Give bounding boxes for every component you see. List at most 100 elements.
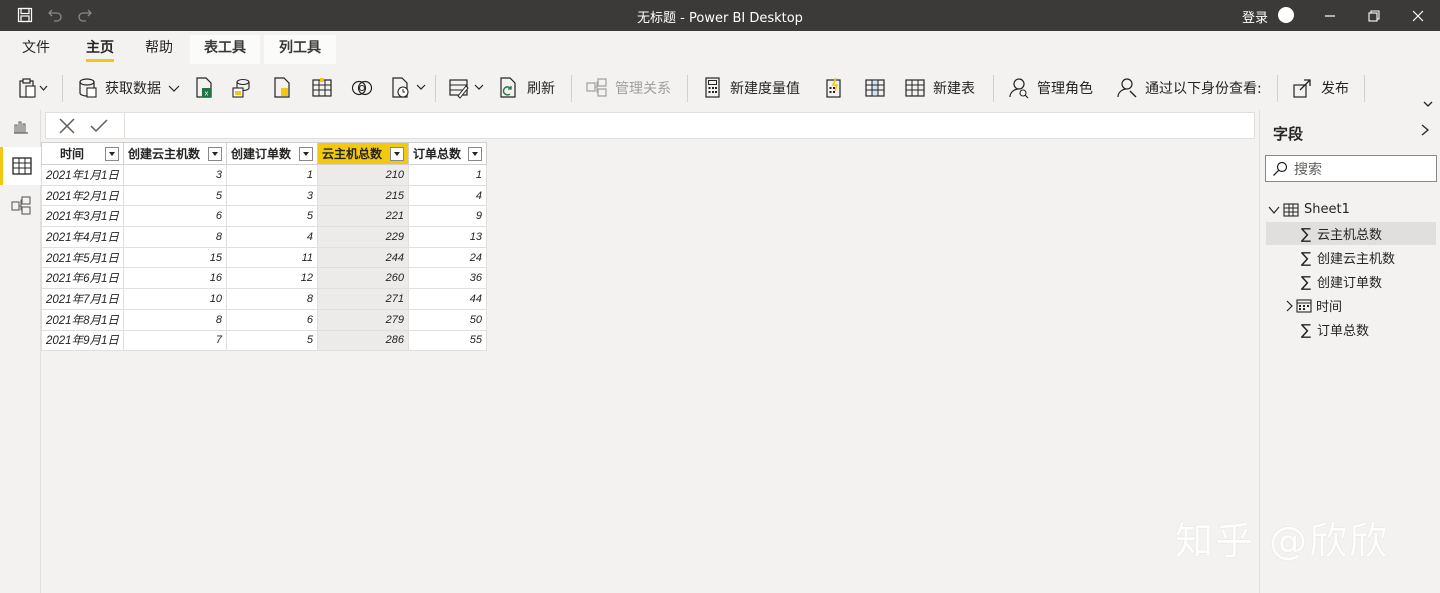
table-icon <box>1283 202 1299 217</box>
table-cell[interactable]: 15 <box>123 246 227 269</box>
column-header-total-orders[interactable]: 订单总数 <box>408 142 487 165</box>
table-cell[interactable]: 286 <box>317 329 409 352</box>
filter-dropdown-icon[interactable] <box>105 146 119 161</box>
table-cell[interactable]: 44 <box>408 288 487 310</box>
transform-data-button[interactable] <box>448 74 486 102</box>
table-cell[interactable]: 13 <box>408 226 487 248</box>
search-input[interactable]: 搜索 <box>1265 155 1437 182</box>
new-column-button[interactable] <box>864 74 886 102</box>
manage-relationships-button[interactable]: 管理关系 <box>586 74 671 102</box>
table-cell[interactable]: 11 <box>226 246 318 269</box>
tab-home[interactable]: 主页 <box>78 35 122 64</box>
data-view-button[interactable] <box>0 147 41 185</box>
paste-button[interactable] <box>18 74 48 102</box>
field-item[interactable]: ∑ 创建订单数 <box>1266 270 1436 293</box>
field-item[interactable]: ∑ 订单总数 <box>1266 318 1436 341</box>
table-cell[interactable]: 8 <box>123 226 227 248</box>
filter-dropdown-icon[interactable] <box>468 146 482 161</box>
excel-button[interactable]: x <box>194 74 214 102</box>
table-cell[interactable]: 1 <box>408 164 487 186</box>
commit-icon[interactable] <box>84 113 114 138</box>
column-header-total-hosts[interactable]: 云主机总数 <box>317 142 409 165</box>
field-item-date[interactable]: 时间 <box>1266 294 1436 317</box>
table-cell[interactable]: 2021年4月1日 <box>41 226 124 248</box>
refresh-button[interactable]: 刷新 <box>498 74 555 102</box>
tab-column-tools[interactable]: 列工具 <box>264 35 336 64</box>
enter-data-button[interactable] <box>311 74 333 102</box>
table-cell[interactable]: 3 <box>226 184 318 207</box>
recent-sources-dropdown[interactable] <box>390 74 428 102</box>
filter-dropdown-icon[interactable] <box>299 146 313 161</box>
login-link[interactable]: 登录 <box>1242 7 1268 26</box>
new-table-button[interactable]: 新建表 <box>904 74 975 102</box>
table-cell[interactable]: 36 <box>408 267 487 290</box>
recent-sources-button[interactable] <box>350 74 374 102</box>
table-cell[interactable]: 12 <box>226 267 318 290</box>
separator <box>993 75 994 102</box>
table-cell[interactable]: 2021年7月1日 <box>41 288 124 310</box>
filter-dropdown-icon[interactable] <box>390 146 404 161</box>
avatar[interactable] <box>1278 7 1294 23</box>
table-cell[interactable]: 2021年5月1日 <box>41 246 124 269</box>
table-cell[interactable]: 2021年8月1日 <box>41 308 124 331</box>
table-cell[interactable]: 6 <box>226 308 318 331</box>
column-header-created-hosts[interactable]: 创建云主机数 <box>123 142 227 165</box>
table-cell[interactable]: 4 <box>226 226 318 248</box>
tab-help[interactable]: 帮助 <box>137 35 181 64</box>
tab-table-tools[interactable]: 表工具 <box>190 35 260 64</box>
tab-file[interactable]: 文件 <box>14 35 58 64</box>
table-cell[interactable]: 244 <box>317 246 409 269</box>
report-view-button[interactable] <box>0 108 41 146</box>
table-cell[interactable]: 16 <box>123 267 227 290</box>
table-cell[interactable]: 50 <box>408 308 487 331</box>
table-cell[interactable]: 4 <box>408 184 487 207</box>
manage-roles-button[interactable]: 管理角色 <box>1008 74 1093 102</box>
table-cell[interactable]: 2021年2月1日 <box>41 184 124 207</box>
table-cell[interactable]: 7 <box>123 329 227 352</box>
table-cell[interactable]: 210 <box>317 164 409 186</box>
column-header-created-orders[interactable]: 创建订单数 <box>226 142 318 165</box>
chevron-right-icon[interactable] <box>1420 122 1430 141</box>
filter-dropdown-icon[interactable] <box>208 146 222 161</box>
model-view-button[interactable] <box>0 187 41 225</box>
table-cell[interactable]: 5 <box>226 205 318 228</box>
new-measure-button[interactable]: 新建度量值 <box>703 74 800 102</box>
table-cell[interactable]: 2021年9月1日 <box>41 329 124 352</box>
table-cell[interactable]: 24 <box>408 246 487 269</box>
table-cell[interactable]: 9 <box>408 205 487 228</box>
table-cell[interactable]: 2021年1月1日 <box>41 164 124 186</box>
view-as-button[interactable]: 通过以下身份查看: <box>1116 74 1262 102</box>
table-cell[interactable]: 271 <box>317 288 409 310</box>
grid-body: 2021年1月1日 3 1 210 1 2021年2月1日 5 3 215 4 2021年3月1日 6… <box>41 164 487 352</box>
quick-measure-button[interactable] <box>824 74 844 102</box>
table-cell[interactable]: 8 <box>123 308 227 331</box>
table-cell[interactable]: 5 <box>123 184 227 207</box>
dataverse-button[interactable] <box>272 74 292 102</box>
field-item[interactable]: ∑ 云主机总数 <box>1266 222 1436 245</box>
field-item[interactable]: ∑ 创建云主机数 <box>1266 246 1436 269</box>
table-cell[interactable]: 215 <box>317 184 409 207</box>
dataset-button[interactable] <box>231 74 253 102</box>
table-cell[interactable]: 1 <box>226 164 318 186</box>
table-node-sheet1[interactable]: Sheet1 <box>1267 198 1437 221</box>
table-cell[interactable]: 279 <box>317 308 409 331</box>
sigma-icon: ∑ <box>1300 272 1312 291</box>
table-cell[interactable]: 3 <box>123 164 227 186</box>
table-cell[interactable]: 229 <box>317 226 409 248</box>
table-cell[interactable]: 2021年3月1日 <box>41 205 124 228</box>
table-cell[interactable]: 6 <box>123 205 227 228</box>
table-cell[interactable]: 221 <box>317 205 409 228</box>
cancel-icon[interactable] <box>52 113 82 138</box>
table-cell[interactable]: 260 <box>317 267 409 290</box>
publish-button[interactable]: 发布 <box>1292 74 1349 102</box>
table-cell[interactable]: 55 <box>408 329 487 352</box>
close-icon[interactable] <box>1395 0 1440 31</box>
column-header-time[interactable]: 时间 <box>41 142 124 165</box>
table-cell[interactable]: 2021年6月1日 <box>41 267 124 290</box>
get-data-button[interactable]: 获取数据 <box>78 74 181 102</box>
restore-icon[interactable] <box>1351 0 1397 31</box>
table-cell[interactable]: 5 <box>226 329 318 352</box>
table-cell[interactable]: 8 <box>226 288 318 310</box>
minimize-icon[interactable] <box>1307 0 1353 31</box>
table-cell[interactable]: 10 <box>123 288 227 310</box>
